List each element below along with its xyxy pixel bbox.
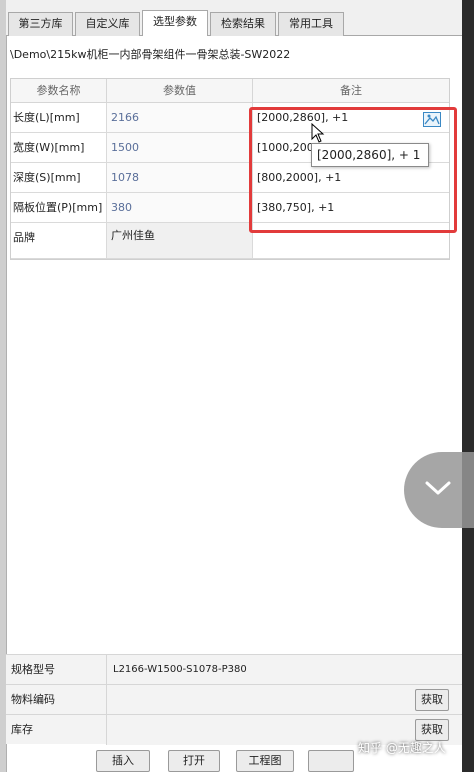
param-value-length[interactable]: 2166 <box>107 103 253 133</box>
drawing-button[interactable]: 工程图 <box>236 750 294 772</box>
assembly-path: \Demo\215kw机柜一内部骨架组件一骨架总装-SW2022 <box>10 48 291 61</box>
tab-third-party-library[interactable]: 第三方库 <box>8 12 73 36</box>
tab-bar: 第三方库 自定义库 选型参数 检索结果 常用工具 <box>6 10 462 37</box>
tab-search-results[interactable]: 检索结果 <box>210 12 276 36</box>
right-edge <box>462 0 474 772</box>
param-name-partition: 隔板位置(P)[mm] <box>11 193 107 223</box>
material-label: 物料编码 <box>11 693 55 706</box>
param-name-length: 长度(L)[mm] <box>11 103 107 133</box>
header-note: 备注 <box>253 79 449 103</box>
watermark-text: 知乎 @无趣之人 <box>358 741 446 755</box>
mouse-cursor-icon <box>311 123 325 143</box>
insert-button[interactable]: 插入 <box>96 750 150 772</box>
param-value-partition[interactable]: 380 <box>107 193 253 223</box>
param-value-brand[interactable]: 广州佳鱼 <box>107 223 253 259</box>
model-row: 规格型号 L2166-W1500-S1078-P380 <box>6 654 462 685</box>
material-row: 物料编码 获取 <box>6 684 462 715</box>
tab-common-tools[interactable]: 常用工具 <box>278 12 344 36</box>
tab-selection-params[interactable]: 选型参数 <box>142 10 208 37</box>
param-value-depth[interactable]: 1078 <box>107 163 253 193</box>
param-name-depth: 深度(S)[mm] <box>11 163 107 193</box>
param-name-width: 宽度(W)[mm] <box>11 133 107 163</box>
fetch-material-button[interactable]: 获取 <box>415 689 449 711</box>
fetch-stock-button[interactable]: 获取 <box>415 719 449 741</box>
open-button[interactable]: 打开 <box>168 750 220 772</box>
header-param-name: 参数名称 <box>11 79 107 103</box>
material-value[interactable] <box>106 685 462 715</box>
model-value: L2166-W1500-S1078-P380 <box>106 655 462 685</box>
chevron-down-icon <box>425 481 451 495</box>
model-label: 规格型号 <box>11 663 55 676</box>
param-name-brand: 品牌 <box>11 223 107 259</box>
header-param-value: 参数值 <box>107 79 253 103</box>
stock-label: 库存 <box>11 723 33 736</box>
scroll-down-button[interactable] <box>404 452 474 528</box>
disabled-action-button[interactable] <box>308 750 354 772</box>
image-icon[interactable] <box>423 112 441 127</box>
param-value-width[interactable]: 1500 <box>107 133 253 163</box>
tab-custom-library[interactable]: 自定义库 <box>75 12 140 36</box>
range-tooltip: [2000,2860], + 1 <box>311 143 429 167</box>
